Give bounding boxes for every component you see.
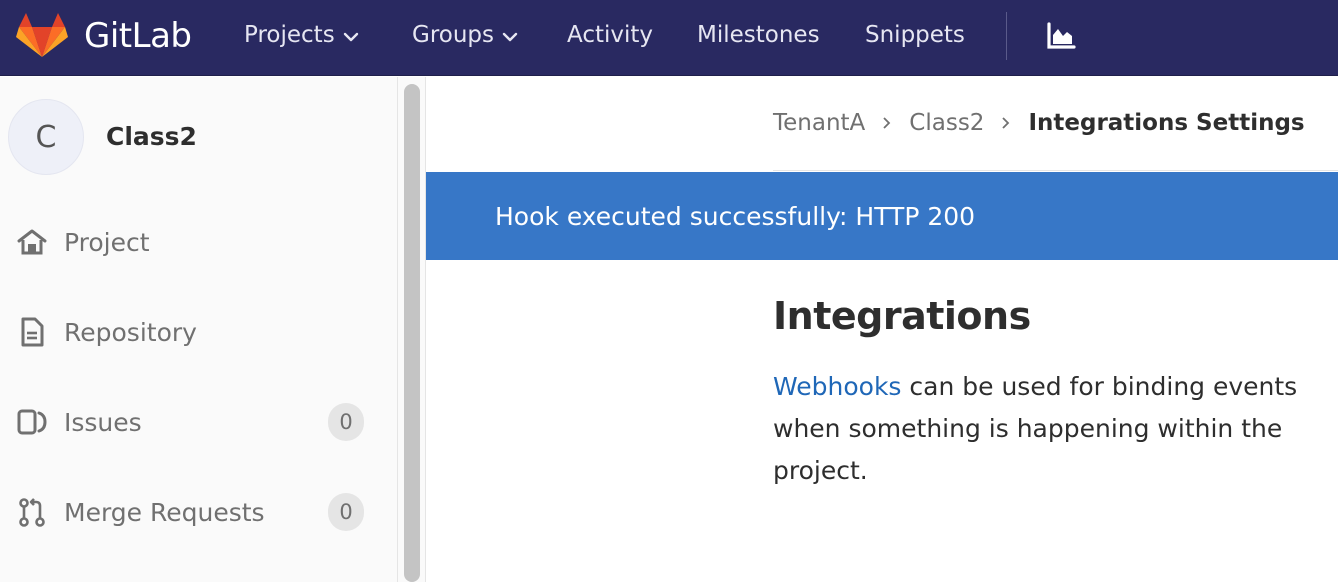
nav-divider — [1006, 12, 1007, 60]
flash-message: Hook executed successfully: HTTP 200 — [495, 202, 976, 231]
sidebar-item-label: Issues — [64, 407, 142, 437]
project-avatar[interactable]: C — [8, 99, 84, 175]
chart-icon[interactable] — [1046, 22, 1076, 50]
nav-snippets[interactable]: Snippets — [865, 22, 965, 48]
nav-projects[interactable]: Projects — [244, 22, 359, 48]
chevron-right-icon — [883, 117, 891, 129]
nav-activity-label: Activity — [567, 22, 654, 48]
nav-groups[interactable]: Groups — [412, 22, 518, 48]
brand-name[interactable]: GitLab — [84, 16, 192, 56]
merge-requests-count-badge: 0 — [328, 493, 364, 531]
issues-icon — [17, 409, 47, 435]
nav-projects-label: Projects — [244, 22, 335, 48]
page-title: Integrations — [773, 294, 1031, 338]
sidebar-item-issues[interactable]: Issues 0 — [0, 392, 398, 452]
breadcrumb-item-class2[interactable]: Class2 — [909, 110, 984, 136]
sidebar-item-project[interactable]: Project — [0, 212, 398, 272]
breadcrumb-divider — [773, 170, 1338, 171]
chevron-down-icon — [502, 32, 518, 42]
sidebar-item-label: Repository — [64, 317, 197, 347]
breadcrumb-item-tenanta[interactable]: TenantA — [773, 110, 865, 136]
chevron-right-icon — [1002, 117, 1010, 129]
nav-snippets-label: Snippets — [865, 22, 965, 48]
document-icon — [21, 317, 44, 347]
nav-milestones[interactable]: Milestones — [697, 22, 820, 48]
merge-request-icon — [19, 498, 45, 527]
sidebar-scrollbar-thumb[interactable] — [404, 84, 420, 582]
sidebar-item-label: Project — [64, 227, 150, 257]
breadcrumb-current[interactable]: Integrations Settings — [1028, 110, 1304, 136]
breadcrumb: TenantA Class2 Integrations Settings — [773, 110, 1305, 136]
sidebar-item-label: Merge Requests — [64, 497, 265, 527]
nav-milestones-label: Milestones — [697, 22, 820, 48]
issues-count-badge: 0 — [328, 403, 364, 441]
home-icon — [17, 229, 47, 255]
sidebar-item-merge-requests[interactable]: Merge Requests 0 — [0, 482, 398, 542]
gitlab-logo-icon[interactable] — [16, 13, 68, 59]
integrations-description: Webhooks can be used for binding events … — [773, 366, 1338, 492]
top-navbar: GitLab Projects Groups Activity Mileston… — [0, 0, 1338, 76]
sidebar-project-name[interactable]: Class2 — [106, 122, 197, 151]
nav-groups-label: Groups — [412, 22, 495, 48]
webhooks-link[interactable]: Webhooks — [773, 372, 901, 401]
sidebar-item-repository[interactable]: Repository — [0, 302, 398, 362]
chevron-down-icon — [343, 32, 358, 42]
nav-activity[interactable]: Activity — [567, 22, 653, 48]
